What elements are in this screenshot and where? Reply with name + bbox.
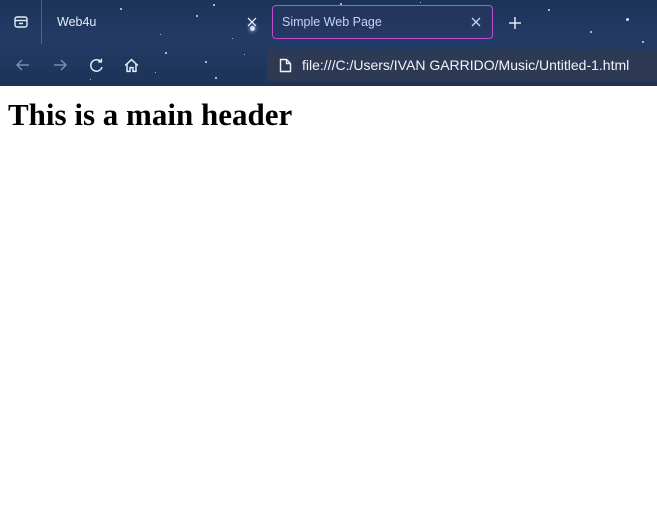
arrow-right-icon bbox=[54, 59, 67, 71]
forward-button[interactable] bbox=[49, 54, 71, 76]
tab-label: Web4u bbox=[57, 15, 97, 29]
tab-close-button[interactable] bbox=[242, 12, 262, 32]
reload-button[interactable] bbox=[85, 54, 107, 76]
tab-web4u[interactable]: Web4u bbox=[43, 5, 268, 39]
browser-chrome: Web4u Simple Web Page file:///C:/Users/I… bbox=[0, 0, 657, 86]
close-icon bbox=[471, 17, 481, 27]
tab-strip: Web4u Simple Web Page bbox=[0, 0, 657, 44]
arrow-left-icon bbox=[16, 59, 29, 71]
file-icon bbox=[276, 56, 294, 74]
tab-list-button[interactable] bbox=[0, 0, 42, 44]
page-content: This is a main header bbox=[0, 86, 657, 524]
back-button[interactable] bbox=[12, 54, 34, 76]
home-button[interactable] bbox=[120, 54, 142, 76]
tab-simple-web-page[interactable]: Simple Web Page bbox=[272, 5, 493, 39]
navigation-toolbar: file:///C:/Users/IVAN GARRIDO/Music/Unti… bbox=[0, 44, 657, 86]
home-icon bbox=[124, 58, 138, 72]
address-bar[interactable]: file:///C:/Users/IVAN GARRIDO/Music/Unti… bbox=[267, 49, 657, 81]
tab-list-icon bbox=[13, 14, 29, 30]
tab-close-button[interactable] bbox=[466, 12, 486, 32]
reload-icon bbox=[89, 58, 103, 72]
main-header: This is a main header bbox=[8, 97, 293, 132]
address-bar-url[interactable]: file:///C:/Users/IVAN GARRIDO/Music/Unti… bbox=[302, 57, 629, 73]
tab-label: Simple Web Page bbox=[282, 15, 382, 29]
plus-icon bbox=[509, 17, 521, 29]
close-icon bbox=[247, 17, 257, 27]
new-tab-button[interactable] bbox=[503, 11, 527, 35]
